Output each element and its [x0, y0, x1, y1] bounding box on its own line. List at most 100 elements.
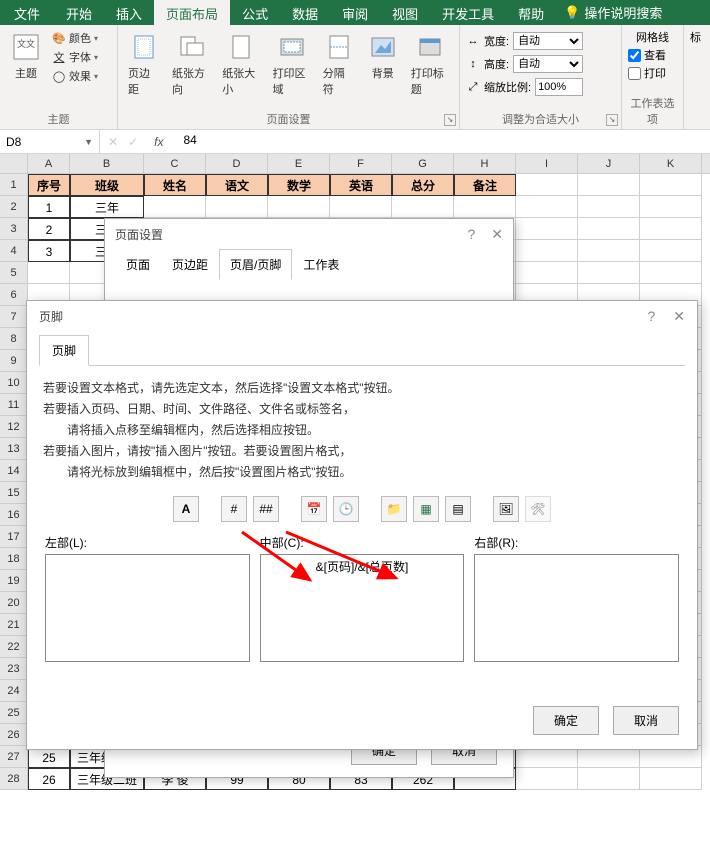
cell[interactable] [578, 174, 640, 196]
row-header[interactable]: 23 [0, 658, 28, 680]
row-header[interactable]: 24 [0, 680, 28, 702]
cell[interactable] [516, 240, 578, 262]
cell[interactable] [640, 240, 702, 262]
col-header[interactable]: D [206, 154, 268, 173]
size-button[interactable]: 纸张大小 [218, 29, 264, 99]
cell[interactable] [578, 262, 640, 284]
theme-fonts[interactable]: 文字体▾ [50, 48, 100, 66]
cell[interactable] [578, 240, 640, 262]
background-button[interactable]: 背景 [363, 29, 403, 83]
help-icon[interactable]: ? [467, 226, 475, 243]
ps-tab-page[interactable]: 页面 [115, 249, 161, 280]
table-header-cell[interactable]: 班级 [70, 174, 144, 196]
cell[interactable] [578, 768, 640, 790]
cell[interactable] [516, 262, 578, 284]
cell[interactable]: 1 [28, 196, 70, 218]
cell[interactable] [578, 196, 640, 218]
insert-date-button[interactable]: 📅 [301, 496, 327, 522]
row-header[interactable]: 3 [0, 218, 28, 240]
cell[interactable] [144, 196, 206, 218]
gridlines-view[interactable]: 查看 [628, 47, 677, 63]
cell[interactable]: 26 [28, 768, 70, 790]
row-header[interactable]: 27 [0, 746, 28, 768]
cell[interactable] [640, 174, 702, 196]
col-header[interactable]: F [330, 154, 392, 173]
print-titles-button[interactable]: 打印标题 [407, 29, 453, 99]
table-header-cell[interactable]: 总分 [392, 174, 454, 196]
chevron-down-icon[interactable]: ▼ [84, 137, 93, 147]
ps-tab-sheet[interactable]: 工作表 [292, 249, 350, 280]
row-header[interactable]: 5 [0, 262, 28, 284]
row-header[interactable]: 11 [0, 394, 28, 416]
select-all-corner[interactable] [0, 154, 28, 173]
cell[interactable] [640, 218, 702, 240]
scale-launcher[interactable]: ↘ [606, 114, 618, 126]
col-header[interactable]: B [70, 154, 144, 173]
row-header[interactable]: 13 [0, 438, 28, 460]
cell[interactable]: 2 [28, 218, 70, 240]
page-setup-launcher[interactable]: ↘ [444, 114, 456, 126]
row-header[interactable]: 10 [0, 372, 28, 394]
tab-dev[interactable]: 开发工具 [430, 0, 506, 25]
row-header[interactable]: 9 [0, 350, 28, 372]
tab-insert[interactable]: 插入 [104, 0, 154, 25]
row-header[interactable]: 26 [0, 724, 28, 746]
footer-tab[interactable]: 页脚 [39, 335, 89, 366]
accept-formula-icon[interactable]: ✓ [128, 135, 138, 149]
cell[interactable] [268, 196, 330, 218]
cell[interactable] [516, 218, 578, 240]
table-header-cell[interactable]: 数学 [268, 174, 330, 196]
tab-help[interactable]: 帮助 [506, 0, 556, 25]
tab-view[interactable]: 视图 [380, 0, 430, 25]
cell[interactable] [640, 262, 702, 284]
row-header[interactable]: 8 [0, 328, 28, 350]
close-icon[interactable]: ✕ [491, 226, 503, 243]
tab-formulas[interactable]: 公式 [230, 0, 280, 25]
col-header[interactable]: K [640, 154, 702, 173]
width-select[interactable]: 自动 [513, 32, 583, 50]
format-picture-button[interactable]: 🛠 [525, 496, 551, 522]
ps-tab-margins[interactable]: 页边距 [161, 249, 219, 280]
right-section-input[interactable] [474, 554, 679, 662]
row-header[interactable]: 25 [0, 702, 28, 724]
ps-tab-hf[interactable]: 页眉/页脚 [219, 249, 292, 280]
left-section-input[interactable] [45, 554, 250, 662]
row-header[interactable]: 2 [0, 196, 28, 218]
row-header[interactable]: 16 [0, 504, 28, 526]
row-header[interactable]: 14 [0, 460, 28, 482]
help-icon[interactable]: ? [647, 308, 655, 325]
cell[interactable]: 三年 [70, 196, 144, 218]
format-text-button[interactable]: A [173, 496, 199, 522]
gridlines-print[interactable]: 打印 [628, 65, 677, 81]
row-header[interactable]: 18 [0, 548, 28, 570]
fx-icon[interactable]: fx [148, 135, 169, 149]
insert-page-number-button[interactable]: # [221, 496, 247, 522]
row-header[interactable]: 7 [0, 306, 28, 328]
insert-page-count-button[interactable]: ## [253, 496, 279, 522]
cell[interactable] [640, 768, 702, 790]
themes-button[interactable]: 文文 主题 [6, 29, 46, 83]
col-header[interactable]: I [516, 154, 578, 173]
row-header[interactable]: 12 [0, 416, 28, 438]
col-header[interactable]: C [144, 154, 206, 173]
zoom-input[interactable] [535, 78, 583, 96]
row-header[interactable]: 19 [0, 570, 28, 592]
insert-time-button[interactable]: 🕒 [333, 496, 359, 522]
row-header[interactable]: 17 [0, 526, 28, 548]
theme-effects[interactable]: ◯效果▾ [50, 67, 100, 85]
row-header[interactable]: 1 [0, 174, 28, 196]
insert-picture-button[interactable]: 🖼 [493, 496, 519, 522]
cell[interactable] [516, 174, 578, 196]
insert-sheet-name-button[interactable]: ▤ [445, 496, 471, 522]
col-header[interactable]: G [392, 154, 454, 173]
cell[interactable] [516, 196, 578, 218]
tab-review[interactable]: 审阅 [330, 0, 380, 25]
tab-data[interactable]: 数据 [280, 0, 330, 25]
close-icon[interactable]: ✕ [673, 308, 685, 325]
row-header[interactable]: 15 [0, 482, 28, 504]
orientation-button[interactable]: 纸张方向 [168, 29, 214, 99]
table-header-cell[interactable]: 英语 [330, 174, 392, 196]
tell-me[interactable]: 💡操作说明搜索 [556, 0, 670, 25]
tab-page-layout[interactable]: 页面布局 [154, 0, 230, 25]
col-header[interactable]: H [454, 154, 516, 173]
